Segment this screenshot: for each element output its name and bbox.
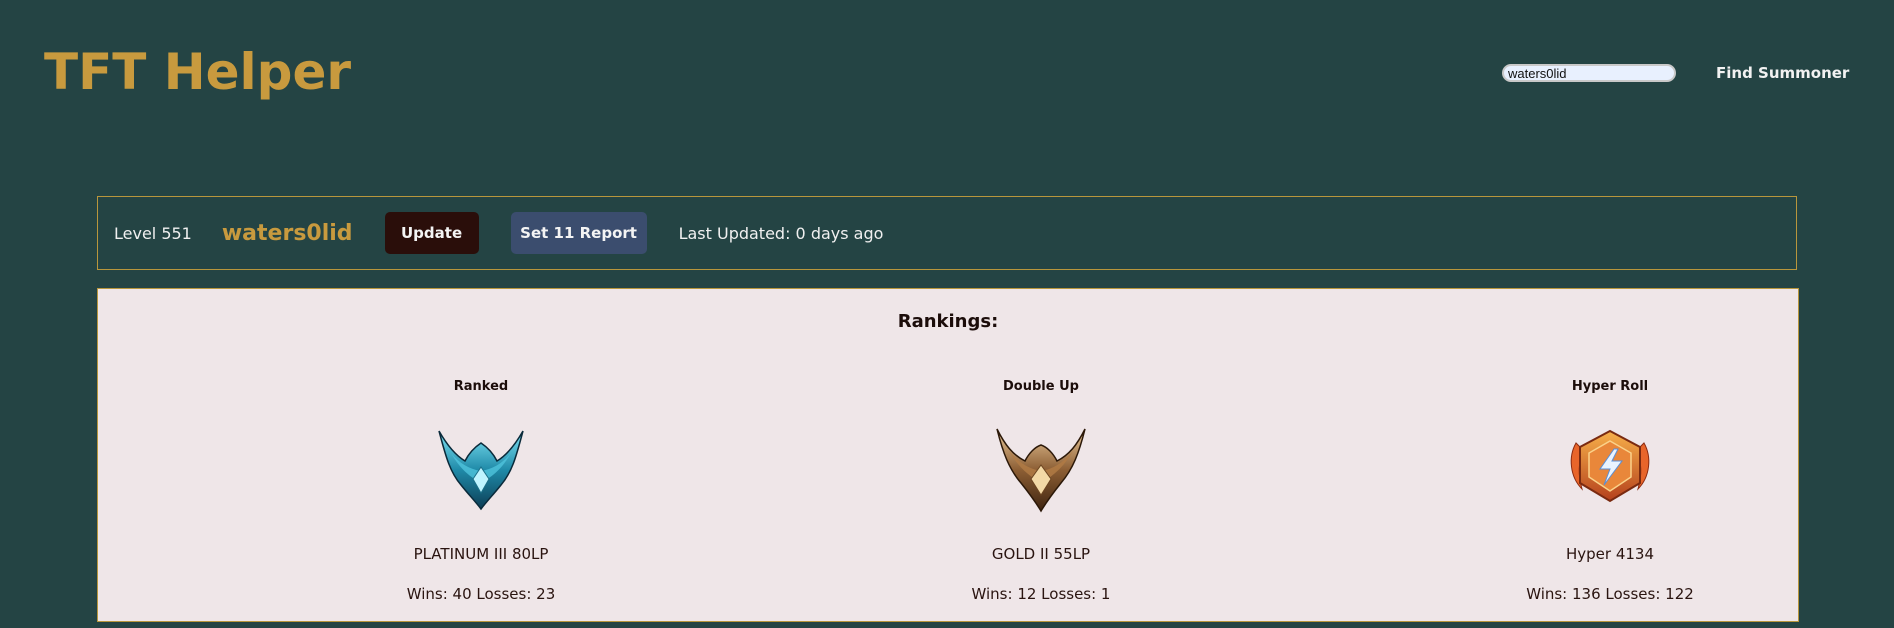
summoner-level: Level 551 [114,223,192,243]
hyper-roll-emblem-icon [1570,429,1650,503]
profile-bar: Level 551 waters0lid Update Set 11 Repor… [97,196,1797,270]
queue-name: Double Up [1003,379,1079,394]
rankings-panel: Rankings: Ranked PLATINUM III 80LP Wins:… [97,288,1799,622]
update-button[interactable]: Update [384,212,479,254]
queue-name: Hyper Roll [1571,379,1649,394]
win-loss-record: Wins: 12 Losses: 1 [971,585,1111,603]
summoner-name: waters0lid [221,220,353,246]
summoner-search-input[interactable] [1502,64,1676,82]
platinum-emblem-icon [438,430,524,511]
rankings-title: Rankings: [897,311,999,332]
win-loss-record: Wins: 136 Losses: 122 [1526,585,1694,603]
gold-emblem-icon [996,428,1086,513]
find-summoner-button[interactable]: Find Summoner [1706,60,1859,86]
queue-name: Ranked [453,379,509,394]
rank-text: Hyper 4134 [1565,545,1654,563]
last-updated-text: Last Updated: 0 days ago [678,223,884,243]
rank-text: PLATINUM III 80LP [413,545,549,563]
set-report-button[interactable]: Set 11 Report [510,212,647,254]
rank-text: GOLD II 55LP [991,545,1091,563]
app-title: TFT Helper [44,43,352,101]
win-loss-record: Wins: 40 Losses: 23 [406,585,556,603]
